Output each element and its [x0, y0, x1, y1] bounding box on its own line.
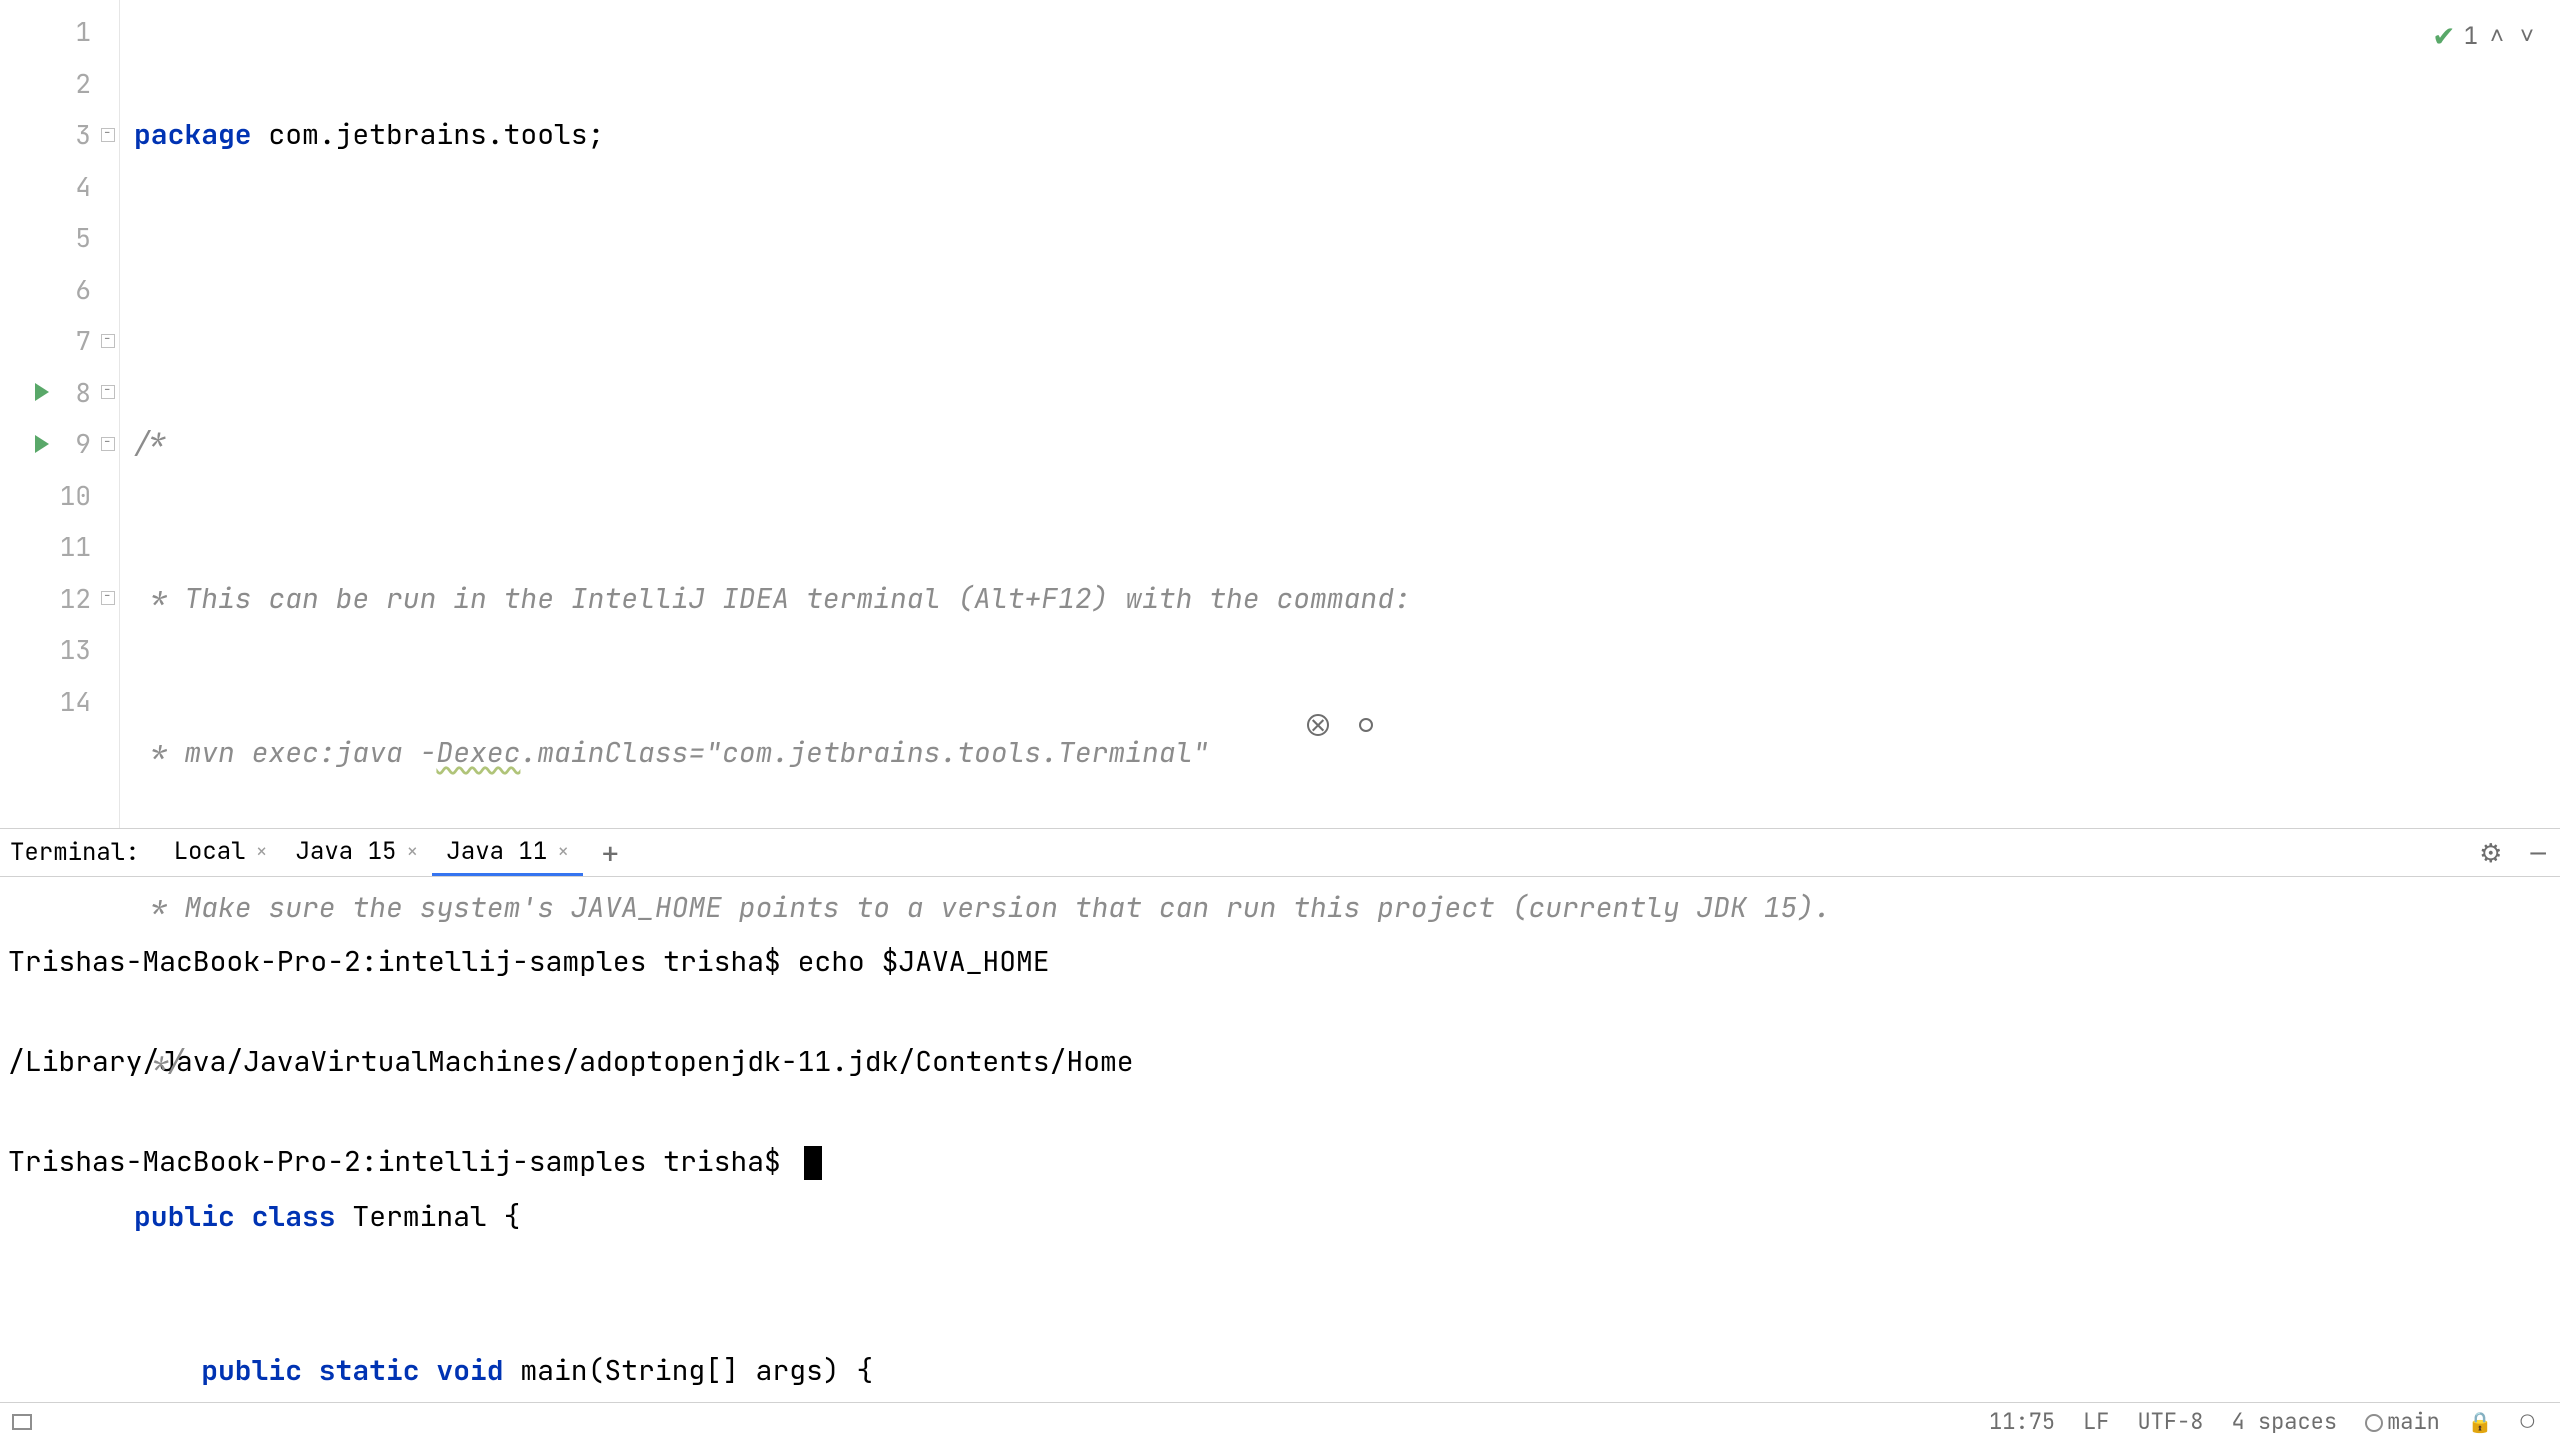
code-line[interactable]: * This can be run in the IntelliJ IDEA t…: [120, 573, 2560, 625]
comment: * This can be run in the IntelliJ IDEA t…: [134, 580, 1411, 617]
status-bar: 11:75 LF UTF-8 4 spaces main 🔒 ◯: [0, 1402, 2560, 1440]
comment: /*: [134, 425, 168, 462]
line-number: 8: [75, 375, 91, 410]
code-text: com.jetbrains.tools;: [252, 116, 605, 153]
comment: * mvn exec:java -: [134, 734, 436, 771]
run-gutter-icon[interactable]: [35, 383, 49, 401]
code-line[interactable]: public static void main(String[] args) {: [120, 1345, 2560, 1397]
gutter-line[interactable]: 6: [0, 264, 119, 316]
line-number: 11: [60, 529, 91, 564]
gutter-line[interactable]: 1: [0, 6, 119, 58]
lock-icon[interactable]: 🔒: [2454, 1409, 2507, 1435]
comment-typo: Dexec: [436, 734, 520, 771]
caret-position[interactable]: 11:75: [1975, 1407, 2069, 1436]
gutter-line[interactable]: 7: [0, 315, 119, 367]
line-number: 9: [75, 426, 91, 461]
inspection-count: 1: [2464, 21, 2478, 52]
editor-floating-widget: ✕: [1307, 714, 1373, 736]
line-number: 2: [75, 66, 91, 101]
gutter-line[interactable]: 5: [0, 212, 119, 264]
git-branch[interactable]: main: [2351, 1407, 2454, 1436]
code-area[interactable]: package com.jetbrains.tools; /* * This c…: [120, 0, 2560, 828]
line-number: 13: [60, 632, 91, 667]
gutter-line[interactable]: 2: [0, 58, 119, 110]
code-line[interactable]: /*: [120, 418, 2560, 470]
line-number: 7: [75, 323, 91, 358]
close-circle-icon[interactable]: ✕: [1307, 714, 1329, 736]
code-line[interactable]: package com.jetbrains.tools;: [120, 109, 2560, 161]
comment: * Make sure the system's JAVA_HOME point…: [134, 889, 1831, 926]
comment: */: [134, 1043, 184, 1080]
line-number: 3: [75, 117, 91, 152]
gutter-line[interactable]: 3: [0, 109, 119, 161]
editor-pane: 1 2 3 4 5 6 7 8 9 10 11 12 13 14 package…: [0, 0, 2560, 829]
check-icon: ✔: [2432, 18, 2455, 55]
gutter-line[interactable]: 4: [0, 161, 119, 213]
keyword: public static void: [201, 1352, 503, 1389]
code-line[interactable]: [120, 264, 2560, 316]
line-separator[interactable]: LF: [2069, 1407, 2123, 1436]
branch-name: main: [2387, 1407, 2440, 1436]
code-line[interactable]: public class Terminal {: [120, 1191, 2560, 1243]
indent-setting[interactable]: 4 spaces: [2217, 1407, 2351, 1436]
gutter-line[interactable]: 14: [0, 676, 119, 728]
gutter-line[interactable]: 9: [0, 418, 119, 470]
file-encoding[interactable]: UTF-8: [2123, 1407, 2217, 1436]
line-number: 10: [60, 478, 91, 513]
chevron-up-icon[interactable]: ˄: [2486, 26, 2508, 48]
fold-toggle-icon[interactable]: [101, 437, 115, 451]
chevron-down-icon[interactable]: ˅: [2516, 26, 2538, 48]
circle-icon[interactable]: [1359, 718, 1373, 732]
fold-toggle-icon[interactable]: [101, 591, 115, 605]
gutter-line[interactable]: 11: [0, 521, 119, 573]
line-number: 5: [75, 220, 91, 255]
indent: [134, 1352, 201, 1389]
code-text: main(String[] args) {: [504, 1352, 874, 1389]
line-number: 14: [60, 684, 91, 719]
code-line[interactable]: */: [120, 1036, 2560, 1088]
fold-toggle-icon[interactable]: [101, 128, 115, 142]
line-number: 1: [75, 14, 91, 49]
line-number: 6: [75, 272, 91, 307]
tool-window-toggle-icon[interactable]: [12, 1414, 32, 1430]
inspection-widget[interactable]: ✔ 1 ˄ ˅: [2432, 18, 2538, 55]
gutter-line[interactable]: 10: [0, 470, 119, 522]
code-line[interactable]: * Make sure the system's JAVA_HOME point…: [120, 882, 2560, 934]
gutter-line[interactable]: 13: [0, 624, 119, 676]
keyword: public class: [134, 1198, 336, 1235]
editor-gutter: 1 2 3 4 5 6 7 8 9 10 11 12 13 14: [0, 0, 120, 828]
gutter-line[interactable]: 12: [0, 573, 119, 625]
inspection-eye-icon[interactable]: ◯: [2507, 1407, 2548, 1436]
gutter-line[interactable]: 8: [0, 367, 119, 419]
fold-toggle-icon[interactable]: [101, 385, 115, 399]
run-gutter-icon[interactable]: [35, 435, 49, 453]
comment: .mainClass="com.jetbrains.tools.Terminal…: [520, 734, 1209, 771]
line-number: 12: [60, 581, 91, 616]
keyword: package: [134, 116, 252, 153]
code-text: Terminal {: [336, 1198, 521, 1235]
fold-toggle-icon[interactable]: [101, 334, 115, 348]
line-number: 4: [75, 169, 91, 204]
